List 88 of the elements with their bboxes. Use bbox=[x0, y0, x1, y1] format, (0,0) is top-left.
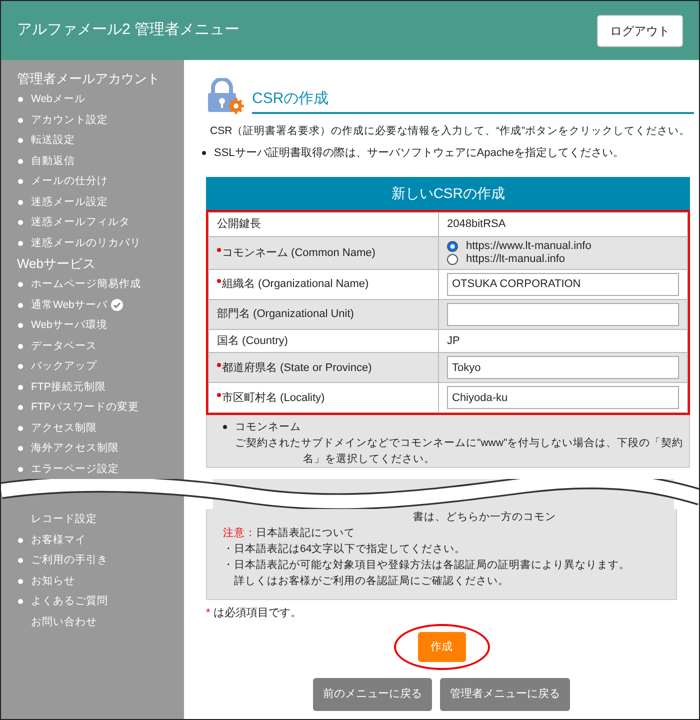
radio-button[interactable] bbox=[447, 254, 458, 265]
sidebar-link[interactable]: 迷惑メールのリカバリ bbox=[31, 232, 141, 253]
radio-button[interactable] bbox=[447, 240, 458, 252]
sidebar-link[interactable]: 迷惑メールフィルタ bbox=[31, 212, 130, 232]
bullet-icon bbox=[18, 466, 23, 472]
bullet-icon bbox=[202, 151, 206, 155]
bullet-icon bbox=[18, 446, 23, 451]
sidebar-link[interactable]: お問い合わせ bbox=[31, 612, 97, 632]
sidebar-link[interactable]: 迷惑メール設定 bbox=[31, 192, 108, 212]
field-label: 都道府県名 (State or Province) bbox=[208, 352, 438, 383]
note-text: 詳しくはお客様がご利用の各認証局にご確認ください。 bbox=[233, 574, 510, 589]
sidebar-link[interactable]: Webサーバ環境 bbox=[31, 315, 108, 336]
field-value: 2048bitRSA bbox=[447, 218, 506, 230]
back-button[interactable]: 前のメニューに戻る bbox=[313, 678, 432, 710]
sidebar-link[interactable]: バックアップ bbox=[31, 356, 97, 376]
caution-text: 日本語表記について bbox=[256, 527, 355, 539]
sidebar-link[interactable]: ホームページ簡易作成 bbox=[31, 274, 141, 294]
note-text: 書は、どちらか一方のコモン bbox=[412, 510, 557, 525]
sidebar-link[interactable]: メールの仕分け bbox=[31, 171, 108, 192]
bullet-icon bbox=[18, 364, 23, 369]
caution-label: 注意： bbox=[223, 527, 256, 539]
bullet-icon bbox=[18, 578, 23, 584]
sidebar-link[interactable]: 海外アクセス制限 bbox=[31, 438, 119, 458]
logout-button[interactable]: ログアウト bbox=[597, 14, 683, 46]
sidebar-link[interactable]: データベース bbox=[31, 336, 97, 356]
note-text: 名」を選択してください。 bbox=[302, 452, 436, 468]
field-value: JP bbox=[447, 334, 460, 347]
back-button[interactable]: 管理者メニューに戻る bbox=[440, 678, 570, 710]
bullet-icon bbox=[18, 426, 23, 430]
bullet-icon bbox=[18, 323, 23, 328]
bullet-icon bbox=[18, 538, 23, 542]
required-note: は必須項目です。 bbox=[213, 607, 302, 619]
field-label: コモンネーム (Common Name) bbox=[208, 236, 438, 270]
sidebar-link[interactable]: FTPパスワードの変更 bbox=[31, 397, 139, 418]
bullet-icon bbox=[18, 384, 23, 390]
note-text: ・日本語表記が可能な対象項目や登録方法は各認証局の証明書により異なります。 bbox=[223, 558, 631, 573]
bullet-icon bbox=[18, 220, 23, 225]
sidebar-link[interactable]: ご利用の手引き bbox=[31, 550, 108, 570]
sidebar-link[interactable]: レコード設定 bbox=[31, 509, 97, 530]
sidebar-link[interactable]: よくあるご質問 bbox=[31, 591, 108, 612]
note-heading: コモンネーム bbox=[235, 420, 301, 436]
text-field[interactable]: Tokyo bbox=[447, 356, 680, 380]
field-label: 公開鍵長 bbox=[208, 212, 438, 236]
text-field[interactable]: OTSUKA CORPORATION bbox=[447, 272, 680, 296]
checkmark-icon bbox=[111, 298, 124, 311]
sidebar-link[interactable]: アクセス制限 bbox=[31, 418, 97, 438]
note-text: ご契約されたサブドメインなどでコモンネームに"www"を付与しない場合は、下段の「契約 bbox=[234, 436, 684, 452]
sidebar-section-title: 管理者メールアカウント bbox=[16, 70, 161, 88]
form-title-bar: 新しいCSRの作成 bbox=[206, 177, 690, 210]
field-label: 市区町村名 (Locality) bbox=[208, 382, 438, 413]
sidebar-link[interactable]: 転送設定 bbox=[31, 130, 75, 150]
bullet-icon bbox=[18, 97, 23, 102]
sidebar-link[interactable]: 自動返信 bbox=[31, 150, 75, 171]
sidebar-link[interactable]: お知らせ bbox=[31, 570, 75, 591]
bullet-icon bbox=[18, 240, 23, 246]
text-field[interactable] bbox=[447, 302, 680, 326]
sidebar-link[interactable]: 通常Webサーバ bbox=[31, 294, 108, 315]
bullet-icon bbox=[18, 405, 23, 410]
required-mark: * bbox=[206, 607, 210, 619]
page-title: CSRの作成 bbox=[252, 88, 694, 114]
sidebar-link[interactable]: アカウント設定 bbox=[31, 110, 108, 130]
text-field[interactable]: Chiyoda-ku bbox=[447, 386, 680, 410]
bullet-icon bbox=[223, 425, 227, 430]
field-label: 部門名 (Organizational Unit) bbox=[208, 299, 438, 330]
radio-label: https://lt-manual.info bbox=[466, 252, 566, 266]
sidebar-link[interactable]: FTP接続元制限 bbox=[31, 376, 106, 397]
bullet-icon bbox=[18, 179, 23, 184]
sidebar-link[interactable]: お客様マイ bbox=[31, 530, 86, 550]
sidebar-link[interactable]: Webメール bbox=[31, 89, 86, 110]
bullet-icon bbox=[18, 282, 23, 287]
sidebar-section-title: Webサービス bbox=[16, 255, 96, 273]
bullet-icon bbox=[18, 158, 23, 164]
lock-gear-icon bbox=[206, 78, 244, 114]
bullet-icon bbox=[18, 302, 23, 308]
bullet-icon bbox=[18, 200, 23, 204]
bullet-icon bbox=[18, 558, 23, 563]
app-title: アルファメール2 管理者メニュー bbox=[17, 20, 240, 40]
bullet-text: SSLサーバ証明書取得の際は、サーバソフトウェアにApacheを指定してください。 bbox=[214, 146, 624, 161]
note-text: ・日本語表記は64文字以下で指定してください。 bbox=[223, 542, 467, 557]
sidebar-link[interactable]: エラーページ設定 bbox=[31, 458, 119, 479]
bullet-icon bbox=[18, 138, 23, 143]
create-button[interactable]: 作成 bbox=[418, 632, 466, 662]
bullet-icon bbox=[18, 118, 23, 122]
radio-label: https://www.lt-manual.info bbox=[466, 240, 592, 253]
bullet-icon bbox=[18, 344, 23, 348]
field-label: 組織名 (Organizational Name) bbox=[208, 269, 438, 300]
bullet-icon bbox=[18, 599, 23, 604]
intro-text: CSR（証明書署名要求）の作成に必要な情報を入力して、“作成”ボタンをクリックしてください。 bbox=[209, 124, 692, 139]
